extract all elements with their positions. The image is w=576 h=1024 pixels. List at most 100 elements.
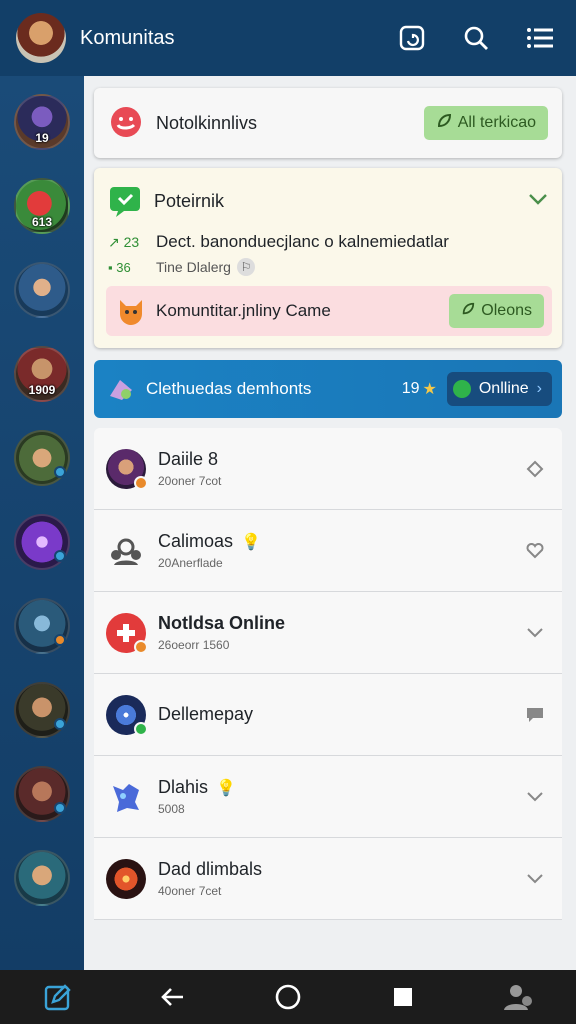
chat-icon[interactable] (524, 704, 546, 726)
all-notifications-button[interactable]: All terkicao (423, 106, 548, 140)
avatar (106, 448, 148, 490)
post-card[interactable]: Poteirnik ↗ 23 Dect. banonduecjlanc o ka… (94, 168, 562, 348)
avatar (106, 777, 146, 817)
sidebar-avatar[interactable] (14, 262, 70, 318)
online-count: 19 ★ (402, 379, 437, 399)
status-dot (134, 475, 148, 490)
leaf-icon (436, 113, 452, 134)
diamond-icon[interactable] (524, 458, 546, 480)
sidebar-avatar[interactable]: 1909 (14, 346, 70, 402)
menu-icon[interactable] (520, 18, 560, 58)
sidebar-avatar[interactable] (14, 850, 70, 906)
chevron-down-icon[interactable] (524, 786, 546, 808)
post-title: Poteirnik (154, 190, 225, 211)
status-dot (134, 721, 148, 736)
promo-button[interactable]: Oleons (449, 294, 544, 328)
item-name: Calimoas (158, 531, 234, 551)
top-app-bar: Komunitas (0, 0, 576, 76)
list-item[interactable]: Dad dlimbals 40oner 7cet (94, 838, 562, 920)
status-dot (54, 802, 66, 814)
online-count-value: 19 (401, 380, 420, 397)
main-feed: Notolkinnlivs All terkicao Poteirnik ↗ 2… (84, 76, 576, 970)
list-item[interactable]: Dlahis 💡 5008 (94, 756, 562, 838)
chevron-right-icon: › (536, 380, 542, 397)
badge-icon: ⚐ (236, 258, 255, 276)
item-subtitle: 5008 (158, 802, 185, 816)
profile-avatar[interactable] (16, 13, 66, 63)
edit-icon[interactable] (40, 979, 76, 1015)
notification-text: Notolkinnlivs (156, 112, 258, 133)
online-label: Onlline (478, 380, 529, 397)
post-line-stat: ↗ 23 (108, 233, 140, 250)
status-dot (54, 466, 66, 478)
fox-icon (120, 300, 142, 325)
avatar (106, 612, 148, 654)
item-subtitle: 20Anerflade (158, 556, 223, 570)
community-sidebar: 19 613 1909 (0, 76, 84, 970)
chevron-down-icon[interactable] (524, 622, 546, 644)
bulb-icon: 💡 (216, 779, 236, 797)
online-dot-icon (452, 380, 471, 398)
sidebar-avatar[interactable] (14, 682, 70, 738)
status-dot (134, 639, 148, 654)
item-name: Notldsa Online (158, 613, 286, 633)
post-line-stat-value: 23 (123, 233, 140, 250)
item-subtitle: 26oeorr 1560 (158, 638, 230, 652)
message-icon (110, 187, 140, 217)
group-icon (106, 531, 146, 571)
list-item[interactable]: Notldsa Online 26oeorr 1560 (94, 592, 562, 674)
sidebar-avatar[interactable] (14, 514, 70, 570)
post-sub-text: Tine Dlalerg (156, 259, 231, 275)
star-icon: ★ (422, 381, 437, 398)
item-name: Dlahis (158, 777, 209, 797)
post-line-text: Dect. banonduecjlanc o kalnemiedatlar (156, 232, 449, 251)
recents-icon[interactable] (385, 979, 421, 1015)
item-subtitle: 20oner 7cot (158, 474, 222, 488)
leaf-icon (461, 302, 475, 321)
home-icon[interactable] (270, 979, 306, 1015)
status-dot (54, 634, 66, 646)
item-name: Dellemepay (158, 704, 254, 724)
list-item[interactable]: Dellemepay (94, 674, 562, 756)
notification-card[interactable]: Notolkinnlivs All terkicao (94, 88, 562, 158)
sidebar-avatar[interactable] (14, 598, 70, 654)
item-name: Dad dlimbals (158, 859, 263, 879)
avatar-level: 19 (35, 131, 49, 145)
sidebar-avatar[interactable] (14, 430, 70, 486)
back-icon[interactable] (155, 979, 191, 1015)
promo-banner[interactable]: Komuntitar.jnliny Came Oleons (106, 286, 552, 336)
promo-text: Komuntitar.jnliny Came (156, 301, 331, 320)
system-navigation-bar (0, 970, 576, 1024)
bulb-icon: 💡 (241, 533, 261, 551)
online-button[interactable]: Onlline › (446, 372, 552, 406)
list-item[interactable]: Daiile 8 20oner 7cot (94, 428, 562, 510)
people-icon[interactable] (500, 979, 536, 1015)
chevron-down-icon[interactable] (524, 868, 546, 890)
sidebar-avatar[interactable]: 613 (14, 178, 70, 234)
sidebar-avatar[interactable]: 19 (14, 94, 70, 150)
avatar-level: 1909 (28, 383, 56, 397)
banner-text: Clethuedas demhonts (146, 379, 312, 398)
sidebar-avatar[interactable] (14, 766, 70, 822)
share-icon[interactable] (392, 18, 432, 58)
item-name: Daiile 8 (158, 449, 219, 469)
avatar (106, 694, 148, 736)
status-dot (54, 718, 66, 730)
post-sub-stat-value: 36 (116, 259, 131, 275)
game-icon (110, 380, 132, 400)
post-sub-stat: ▪ 36 (108, 259, 131, 275)
community-list: Daiile 8 20oner 7cot Calimoas 💡 20Anerflade… (94, 428, 562, 920)
heart-icon[interactable] (524, 540, 546, 562)
all-notifications-label: All terkicao (457, 114, 536, 131)
avatar (106, 858, 146, 899)
list-item[interactable]: Calimoas 💡 20Anerflade (94, 510, 562, 592)
avatar-level: 613 (31, 215, 53, 229)
chevron-down-icon[interactable] (528, 192, 548, 211)
status-dot (54, 550, 66, 562)
page-title: Komunitas (80, 26, 175, 49)
search-icon[interactable] (456, 18, 496, 58)
chat-bubble-icon (111, 107, 141, 137)
promo-button-label: Oleons (481, 302, 532, 319)
online-members-banner[interactable]: Clethuedas demhonts 19 ★ Onlline › (94, 360, 562, 418)
item-subtitle: 40oner 7cet (158, 884, 222, 898)
